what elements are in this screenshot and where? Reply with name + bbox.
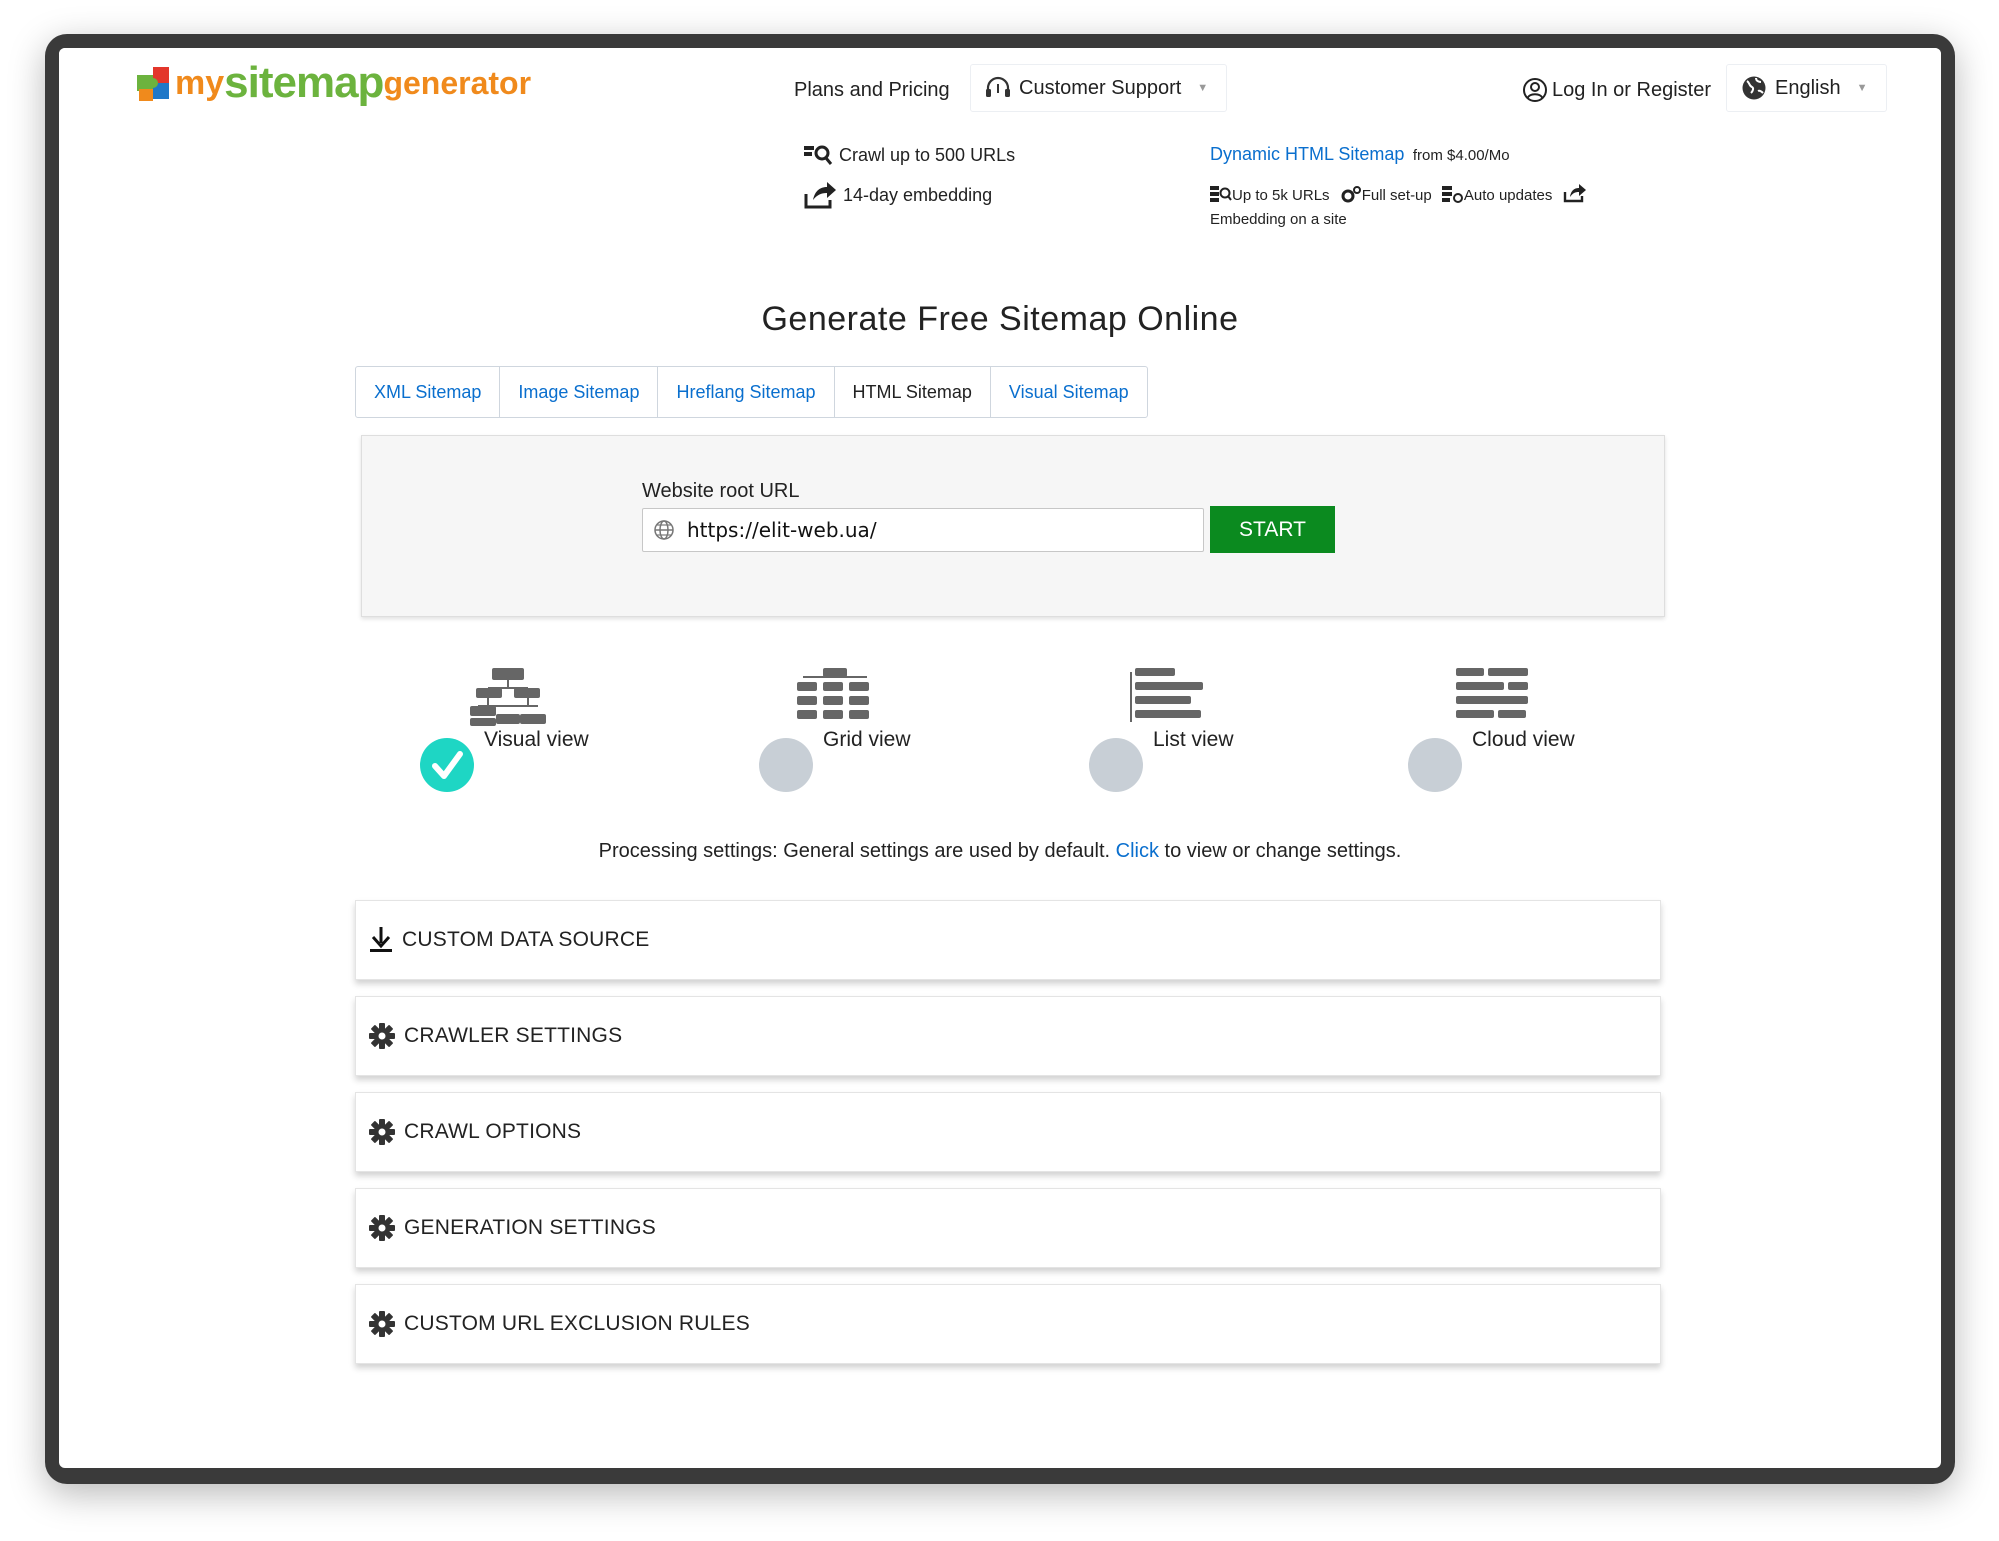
url-form-panel: Website root URL START [361,435,1665,617]
hero-feature-crawl: Crawl up to 500 URLs [839,144,1016,165]
section-title: GENERATION SETTINGS [404,1216,656,1239]
customer-support-dropdown[interactable]: Customer Support ▼ [970,64,1228,112]
crawl-search-icon [804,145,833,165]
processing-text-after: to view or change settings. [1164,840,1402,862]
customer-support-label: Customer Support [1019,77,1182,99]
share-icon [804,182,836,209]
tab-hreflang-sitemap[interactable]: Hreflang Sitemap [658,367,835,417]
plan-feature-urls: Up to 5k URLs [1232,187,1330,204]
tab-html-sitemap[interactable]: HTML Sitemap [835,367,991,417]
plan-feature-updates: Auto updates [1463,187,1553,204]
tab-xml-sitemap[interactable]: XML Sitemap [356,367,501,417]
list-view-icon [1130,668,1203,722]
gear-icon [369,1311,395,1337]
grid-view-label: Grid view [823,728,911,751]
user-circle-icon [1523,78,1547,102]
visual-view-icon [470,668,546,726]
processing-settings-note: Processing settings: General settings ar… [59,840,1941,863]
processing-text-before: Processing settings: General settings ar… [598,840,1111,862]
hero-feature-embedding: 14-day embedding [843,184,993,205]
list-view-label: List view [1153,728,1234,751]
page-title: Generate Free Sitemap Online [761,300,1239,338]
cloud-view-icon [1456,668,1528,718]
auto-update-icon [1441,186,1463,203]
section-title: CUSTOM URL EXCLUSION RULES [404,1312,750,1335]
site-header: my sitemap generator Plans and Pricing Cus… [59,48,1941,133]
visual-view-label: Visual view [484,728,589,751]
url-globe-icon [654,520,674,540]
download-icon [370,927,392,952]
cloud-view-label: Cloud view [1472,728,1575,751]
chevron-down-icon: ▼ [1197,82,1209,94]
gear-icon [369,1215,395,1241]
login-register-link[interactable]: Log In or Register [1522,68,1711,112]
section-title: CRAWL OPTIONS [404,1120,582,1143]
urls-icon [1210,186,1232,202]
grid-view-radio[interactable] [759,738,813,792]
cloud-view-radio[interactable] [1408,738,1462,792]
section-custom-data-source[interactable]: CUSTOM DATA SOURCE [355,900,1661,980]
visual-view-radio[interactable] [420,738,474,792]
logo[interactable]: my sitemap generator [135,58,532,107]
section-crawler-settings[interactable]: CRAWLER SETTINGS [355,996,1661,1076]
list-view-radio[interactable] [1089,738,1143,792]
plan-feature-setup: Full set-up [1361,187,1432,204]
hero-paid-plan: Dynamic HTML Sitemap from $4.00/Mo Up to… [1210,144,1650,232]
globe-icon [1742,76,1766,100]
browser-viewport: Crawl up to 500 URLs 14-day embedding Dy… [59,48,1941,1468]
language-dropdown[interactable]: English ▼ [1726,64,1887,112]
logo-text-sitemap: sitemap [224,58,384,107]
section-title: CUSTOM DATA SOURCE [402,928,650,951]
grid-view-icon [797,668,869,719]
plan-price: from $4.00/Mo [1412,147,1510,164]
hero-free-features: Crawl up to 500 URLs 14-day embedding [803,144,1016,210]
start-button[interactable]: START [1210,506,1335,553]
section-crawl-options[interactable]: CRAWL OPTIONS [355,1092,1661,1172]
website-url-input[interactable] [685,517,1169,543]
plans-pricing-link[interactable]: Plans and Pricing [794,68,950,112]
embed-share-icon [1563,184,1586,203]
section-generation-settings[interactable]: GENERATION SETTINGS [355,1188,1661,1268]
login-register-label: Log In or Register [1552,79,1711,101]
window-frame: Crawl up to 500 URLs 14-day embedding Dy… [45,34,1955,1484]
puzzle-logo-icon [137,67,169,101]
setup-gears-icon [1341,186,1361,203]
gear-icon [369,1023,395,1049]
support-headset-icon [986,76,1010,97]
dynamic-html-sitemap-link[interactable]: Dynamic HTML Sitemap [1210,144,1404,164]
section-title: CRAWLER SETTINGS [404,1024,623,1047]
section-custom-url-exclusion-rules[interactable]: CUSTOM URL EXCLUSION RULES [355,1284,1661,1364]
tab-image-sitemap[interactable]: Image Sitemap [500,367,659,417]
tab-visual-sitemap[interactable]: Visual Sitemap [991,367,1147,417]
logo-text-generator: generator [383,64,532,101]
sitemap-type-tabs: XML Sitemap Image Sitemap Hreflang Sitem… [355,366,1148,418]
url-label: Website root URL [642,480,800,502]
language-label: English [1775,77,1841,99]
logo-text-my: my [175,63,225,102]
settings-click-link[interactable]: Click [1116,840,1159,862]
chevron-down-icon: ▼ [1856,82,1868,94]
checkmark-icon [432,751,463,779]
plan-feature-embedding: Embedding on a site [1210,211,1347,228]
url-input-wrapper [642,508,1204,552]
gear-icon [369,1119,395,1145]
